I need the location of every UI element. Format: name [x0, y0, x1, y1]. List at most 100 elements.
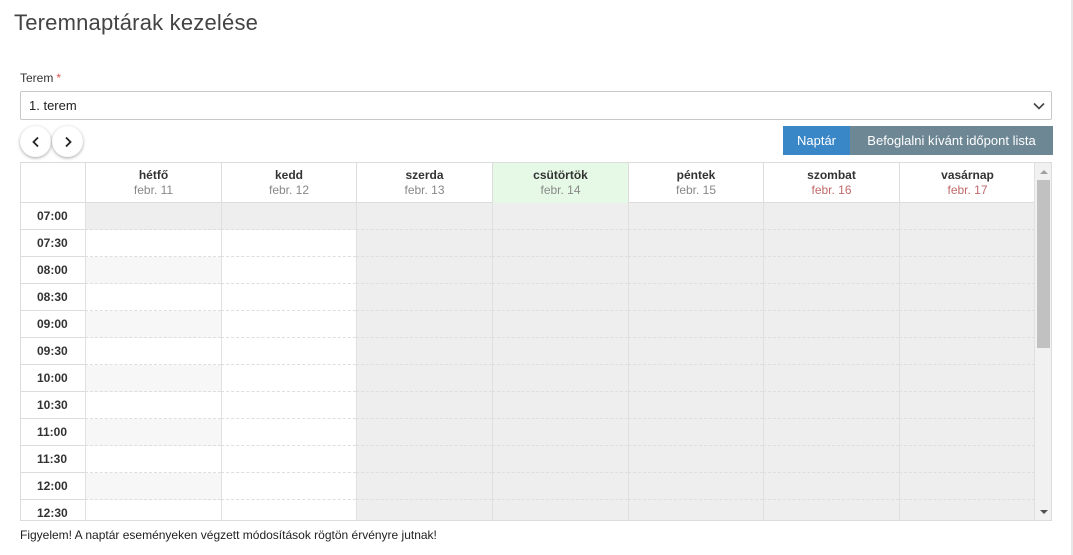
- calendar-slot-cell[interactable]: [628, 500, 763, 520]
- calendar-slot-cell[interactable]: [356, 230, 492, 257]
- calendar-slot-cell[interactable]: [85, 284, 221, 311]
- calendar-slot-cell[interactable]: [85, 500, 221, 520]
- calendar-slot-cell[interactable]: [763, 392, 899, 419]
- calendar-slot-cell[interactable]: [899, 284, 1035, 311]
- calendar-slot-cell[interactable]: [899, 473, 1035, 500]
- calendar-slot-cell[interactable]: [763, 230, 899, 257]
- calendar-slot-cell[interactable]: [85, 230, 221, 257]
- calendar-slot-cell[interactable]: [356, 257, 492, 284]
- calendar-slot-cell[interactable]: [628, 230, 763, 257]
- calendar-slot-cell[interactable]: [628, 446, 763, 473]
- calendar-slot-cell[interactable]: [221, 500, 356, 520]
- calendar-slot-cell[interactable]: [763, 311, 899, 338]
- calendar-slot-cell[interactable]: [763, 284, 899, 311]
- calendar-slot-cell[interactable]: [492, 257, 628, 284]
- calendar-slot-cell[interactable]: [899, 392, 1035, 419]
- time-label: 09:30: [21, 338, 85, 365]
- calendar-slot-cell[interactable]: [221, 446, 356, 473]
- calendar-slot-cell[interactable]: [221, 338, 356, 365]
- calendar-slot-cell[interactable]: [899, 257, 1035, 284]
- calendar-slot-cell[interactable]: [221, 230, 356, 257]
- calendar-slot-cell[interactable]: [628, 284, 763, 311]
- calendar-slot-cell[interactable]: [628, 257, 763, 284]
- calendar-slot-cell[interactable]: [85, 473, 221, 500]
- calendar-slot-cell[interactable]: [628, 338, 763, 365]
- calendar-slot-cell[interactable]: [221, 284, 356, 311]
- calendar-slot-cell[interactable]: [899, 500, 1035, 520]
- calendar-slot-cell[interactable]: [356, 500, 492, 520]
- calendar-slot-cell[interactable]: [492, 500, 628, 520]
- calendar-slot-cell[interactable]: [763, 500, 899, 520]
- calendar-slot-cell[interactable]: [899, 203, 1035, 230]
- calendar-slot-cell[interactable]: [763, 446, 899, 473]
- calendar-slot-cell[interactable]: [221, 203, 356, 230]
- calendar-slot-cell[interactable]: [628, 419, 763, 446]
- calendar-slot-cell[interactable]: [628, 311, 763, 338]
- calendar-slot-cell[interactable]: [899, 419, 1035, 446]
- calendar-slot-cell[interactable]: [85, 338, 221, 365]
- calendar-slot-cell[interactable]: [492, 446, 628, 473]
- calendar-slot-cell[interactable]: [899, 338, 1035, 365]
- calendar-slot-cell[interactable]: [899, 230, 1035, 257]
- calendar-slot-cell[interactable]: [492, 392, 628, 419]
- calendar-slot-cell[interactable]: [221, 311, 356, 338]
- calendar-scrollbar[interactable]: [1034, 163, 1051, 520]
- scroll-thumb[interactable]: [1037, 180, 1050, 348]
- calendar-slot-cell[interactable]: [356, 392, 492, 419]
- next-week-button[interactable]: [52, 126, 83, 157]
- calendar-slot-cell[interactable]: [356, 446, 492, 473]
- calendar-slot-cell[interactable]: [221, 419, 356, 446]
- calendar-slot-cell[interactable]: [763, 365, 899, 392]
- calendar-slot-cell[interactable]: [85, 311, 221, 338]
- calendar-slot-cell[interactable]: [492, 338, 628, 365]
- time-label: 08:30: [21, 284, 85, 311]
- calendar-view-button[interactable]: Naptár: [783, 126, 850, 155]
- calendar-slot-cell[interactable]: [356, 473, 492, 500]
- calendar-slot-cell[interactable]: [356, 203, 492, 230]
- calendar-slot-cell[interactable]: [763, 473, 899, 500]
- day-date: febr. 14: [540, 183, 581, 197]
- calendar-slot-cell[interactable]: [356, 311, 492, 338]
- calendar-slot-cell[interactable]: [492, 284, 628, 311]
- calendar-slot-cell[interactable]: [356, 365, 492, 392]
- calendar-slot-cell[interactable]: [763, 203, 899, 230]
- booking-list-button[interactable]: Befoglalni kívánt időpont lista: [850, 126, 1053, 155]
- calendar-slot-cell[interactable]: [628, 392, 763, 419]
- calendar-slot-cell[interactable]: [356, 338, 492, 365]
- calendar-slot-cell[interactable]: [221, 473, 356, 500]
- calendar-slot-cell[interactable]: [899, 365, 1035, 392]
- calendar-slot-cell[interactable]: [85, 419, 221, 446]
- calendar-slot-cell[interactable]: [356, 419, 492, 446]
- calendar-slot-cell[interactable]: [492, 473, 628, 500]
- calendar-slot-cell[interactable]: [628, 365, 763, 392]
- calendar-slot-cell[interactable]: [763, 257, 899, 284]
- calendar-slot-cell[interactable]: [899, 446, 1035, 473]
- chevron-right-icon: [64, 136, 72, 147]
- calendar-slot-cell[interactable]: [221, 365, 356, 392]
- calendar-slot-cell[interactable]: [356, 284, 492, 311]
- room-select[interactable]: 1. terem: [20, 91, 1052, 120]
- calendar-slot-cell[interactable]: [85, 446, 221, 473]
- calendar-slot-cell[interactable]: [492, 311, 628, 338]
- scroll-up-arrow-icon[interactable]: [1035, 163, 1051, 180]
- prev-week-button[interactable]: [20, 126, 51, 157]
- calendar-slot-cell[interactable]: [492, 203, 628, 230]
- calendar-slot-cell[interactable]: [899, 311, 1035, 338]
- day-name: szombat: [807, 168, 856, 182]
- time-slot-row: 08:00: [21, 257, 1035, 284]
- calendar-slot-cell[interactable]: [492, 365, 628, 392]
- calendar-slot-cell[interactable]: [85, 257, 221, 284]
- calendar-slot-cell[interactable]: [763, 338, 899, 365]
- calendar-slot-cell[interactable]: [221, 257, 356, 284]
- calendar-slot-cell[interactable]: [628, 473, 763, 500]
- calendar-slot-cell[interactable]: [85, 203, 221, 230]
- scroll-down-arrow-icon[interactable]: [1035, 503, 1051, 520]
- calendar-slot-cell[interactable]: [492, 230, 628, 257]
- calendar-slot-cell[interactable]: [221, 392, 356, 419]
- calendar-slot-cell[interactable]: [85, 365, 221, 392]
- time-label: 07:30: [21, 230, 85, 257]
- calendar-slot-cell[interactable]: [85, 392, 221, 419]
- calendar-slot-cell[interactable]: [492, 419, 628, 446]
- calendar-slot-cell[interactable]: [628, 203, 763, 230]
- calendar-slot-cell[interactable]: [763, 419, 899, 446]
